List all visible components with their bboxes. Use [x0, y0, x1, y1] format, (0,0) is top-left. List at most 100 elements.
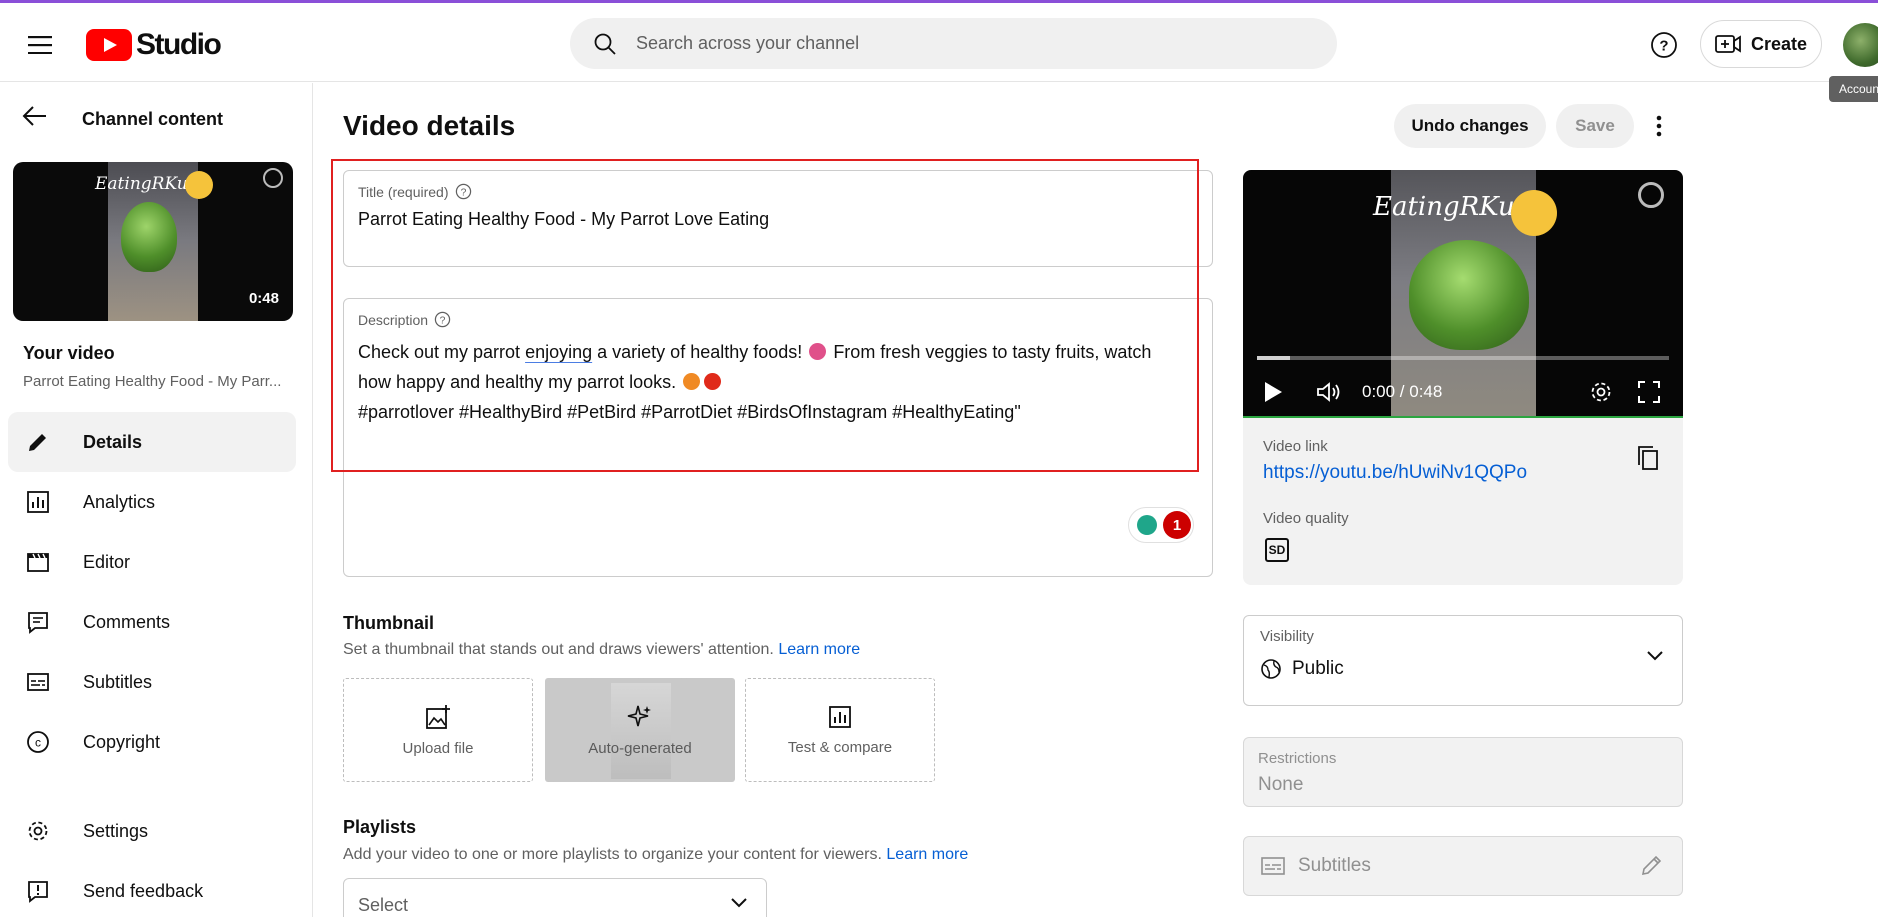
chevron-down-icon [1647, 651, 1663, 661]
sidebar-item-label: Details [83, 431, 143, 452]
sidebar-item-label: Comments [83, 611, 171, 632]
sparkle-icon [627, 705, 651, 726]
visibility-label: Visibility [1260, 628, 1314, 645]
upload-image-icon [426, 704, 450, 729]
app-header: Studio ? Create [0, 3, 1878, 82]
progress-bar[interactable] [1257, 356, 1669, 360]
visibility-dropdown[interactable]: Visibility Public [1243, 615, 1683, 706]
player-controls: 0:00 / 0:48 [1243, 370, 1683, 414]
restrictions-field: Restrictions None [1243, 737, 1683, 807]
carrot-emoji [683, 373, 701, 390]
sidebar-item-analytics[interactable]: Analytics [8, 472, 296, 532]
thumbnail-learn-more-link[interactable]: Learn more [778, 641, 860, 658]
subtitles-icon [24, 668, 52, 696]
video-thumbnail[interactable]: EatingRKuti 0:48 [13, 162, 293, 321]
auto-generated-content: Auto-generated [588, 704, 692, 757]
playlists-learn-more-link[interactable]: Learn more [886, 846, 968, 863]
sidebar-item-label: Send feedback [83, 880, 204, 901]
video-player[interactable]: EatingRKuti 0:00 / 0:48 [1243, 170, 1683, 418]
undo-changes-button[interactable]: Undo changes [1394, 104, 1546, 148]
smiley-emoji [1511, 190, 1557, 236]
title-input[interactable]: Parrot Eating Healthy Food - My Parrot L… [358, 209, 769, 230]
search-icon[interactable] [590, 29, 620, 59]
playlist-select[interactable]: Select [343, 878, 767, 917]
lightbulb-icon [1137, 515, 1157, 535]
sidebar-item-settings[interactable]: Settings [8, 801, 296, 861]
help-icon[interactable]: ? [1648, 29, 1680, 61]
sidebar-item-send-feedback[interactable]: Send feedback [8, 861, 296, 917]
edit-pencil-icon[interactable] [1640, 853, 1664, 877]
parrot-image [1409, 240, 1529, 350]
video-link-label: Video link [1263, 438, 1328, 455]
auto-generated-label: Auto-generated [588, 739, 692, 757]
help-circle-icon[interactable]: ? [434, 311, 451, 328]
title-field[interactable]: Title (required) ? Parrot Eating Healthy… [343, 170, 1213, 267]
sidebar: Channel content EatingRKuti 0:48 Your vi… [0, 83, 313, 917]
subtitles-icon [1261, 857, 1285, 875]
auto-generated-option[interactable]: Auto-generated [545, 678, 735, 782]
playlists-subtitle-text: Add your video to one or more playlists … [343, 846, 882, 863]
video-preview-card: EatingRKuti 0:00 / 0:48 Video link https… [1243, 170, 1683, 585]
description-line-2: how happy and healthy my parrot looks. [358, 367, 1203, 397]
thumbnail-subtitle-text: Set a thumbnail that stands out and draw… [343, 641, 774, 658]
description-text: a variety of healthy foods! [597, 342, 803, 362]
watermark-icon [1638, 182, 1664, 208]
playlist-select-value: Select [358, 895, 409, 915]
video-quality-label: Video quality [1263, 510, 1349, 527]
sidebar-item-details[interactable]: Details [8, 412, 296, 472]
smiley-emoji [185, 171, 213, 199]
clapperboard-icon [24, 548, 52, 576]
sidebar-item-comments[interactable]: Comments [8, 592, 296, 652]
sd-quality-badge: SD [1265, 538, 1289, 562]
copy-icon[interactable] [1633, 442, 1663, 474]
volume-icon[interactable] [1315, 378, 1343, 406]
sidebar-item-subtitles[interactable]: Subtitles [8, 652, 296, 712]
test-compare-option[interactable]: Test & compare [745, 678, 935, 782]
back-to-channel-content[interactable]: Channel content [22, 105, 223, 129]
feedback-icon [24, 877, 52, 905]
video-link[interactable]: https://youtu.be/hUwiNv1QQPo [1263, 462, 1527, 484]
sidebar-item-copyright[interactable]: c Copyright [8, 712, 296, 772]
fullscreen-icon[interactable] [1635, 378, 1663, 406]
logo-text: Studio [136, 28, 222, 61]
watermark-icon [263, 168, 283, 188]
description-text: From fresh veggies to tasty fruits, watc… [833, 342, 1152, 362]
account-avatar[interactable] [1843, 23, 1878, 67]
help-circle-icon[interactable]: ? [455, 183, 472, 200]
search-input[interactable] [636, 33, 1286, 54]
description-label-row: Description ? [358, 311, 451, 328]
studio-logo[interactable]: Studio [86, 25, 222, 65]
subtitles-field[interactable]: Subtitles [1243, 836, 1683, 896]
create-button-label: Create [1751, 33, 1808, 54]
hamburger-menu-icon[interactable] [22, 27, 58, 63]
sidebar-item-label: Editor [83, 551, 131, 572]
sidebar-item-label: Subtitles [83, 671, 153, 692]
description-line-1: Check out my parrot enjoying a variety o… [358, 337, 1203, 367]
description-input[interactable]: Check out my parrot enjoying a variety o… [358, 337, 1203, 427]
more-options-icon[interactable] [1644, 108, 1674, 144]
play-icon[interactable] [1259, 378, 1287, 406]
parrot-emoji [809, 343, 827, 360]
suggestions-badge[interactable]: 1 [1128, 507, 1194, 543]
playlists-section-title: Playlists [343, 817, 417, 837]
svg-text:?: ? [440, 315, 446, 326]
restrictions-label: Restrictions [1258, 750, 1337, 767]
sidebar-item-label: Copyright [83, 731, 161, 752]
copyright-icon: c [24, 728, 52, 756]
search-bar[interactable] [570, 18, 1337, 69]
svg-text:?: ? [460, 187, 466, 198]
chevron-down-icon [731, 898, 747, 908]
sidebar-item-editor[interactable]: Editor [8, 532, 296, 592]
subtitles-label: Subtitles [1298, 855, 1371, 876]
svg-text:c: c [35, 736, 41, 750]
svg-text:?: ? [1659, 38, 1668, 55]
globe-icon [1261, 659, 1281, 679]
your-video-title: Parrot Eating Healthy Food - My Parr... [23, 373, 282, 390]
time-readout: 0:00 / 0:48 [1362, 382, 1443, 401]
upload-file-option[interactable]: Upload file [343, 678, 533, 782]
player-overlay-text: EatingRKuti [1373, 192, 1534, 222]
create-button[interactable]: Create [1700, 20, 1822, 68]
save-button[interactable]: Save [1556, 104, 1634, 148]
description-field[interactable]: Description ? Check out my parrot enjoyi… [343, 298, 1213, 577]
settings-gear-icon[interactable] [1587, 378, 1615, 406]
